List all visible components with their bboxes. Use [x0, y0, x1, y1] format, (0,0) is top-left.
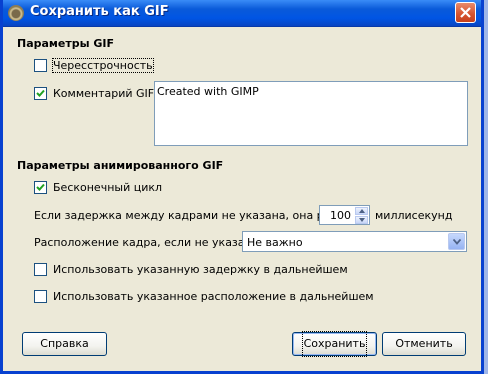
gimp-icon — [8, 5, 24, 21]
save-button-label: Сохранить — [301, 331, 368, 357]
cancel-button[interactable]: Отменить — [382, 332, 466, 356]
chevron-up-icon — [359, 209, 365, 213]
window-title: Сохранить как GIF — [30, 4, 169, 19]
delay-label: Если задержка между кадрами не указана, … — [34, 209, 355, 222]
chevron-down-icon — [453, 239, 461, 245]
delay-unit: миллисекунд — [375, 209, 453, 222]
comment-checkbox[interactable] — [34, 87, 47, 100]
use-disposal-checkbox[interactable] — [34, 290, 47, 303]
help-button-label: Справка — [40, 337, 89, 350]
interlace-checkbox[interactable] — [34, 59, 47, 72]
disposal-label: Расположение кадра, если не указано: — [34, 236, 263, 249]
disposal-select[interactable]: Не важно — [242, 231, 467, 252]
spin-down-button[interactable] — [355, 216, 368, 224]
use-delay-label: Использовать указанную задержку в дальне… — [53, 263, 348, 276]
comment-text[interactable]: Created with GIMP — [157, 85, 259, 98]
loop-label: Бесконечный цикл — [53, 181, 163, 194]
check-icon — [36, 89, 45, 97]
background-edge — [484, 0, 488, 374]
save-button[interactable]: Сохранить — [292, 331, 377, 357]
check-icon — [36, 183, 45, 191]
loop-checkbox[interactable] — [34, 181, 47, 194]
gif-params-heading: Параметры GIF — [17, 37, 115, 50]
title-bar[interactable]: Сохранить как GIF — [3, 0, 481, 27]
disposal-selected: Не важно — [247, 236, 303, 249]
use-disposal-label: Использовать указанное расположение в да… — [53, 290, 374, 303]
interlace-label[interactable]: Чересстрочность — [52, 58, 154, 73]
comment-textarea[interactable]: Created with GIMP — [154, 81, 468, 146]
close-icon — [460, 7, 471, 18]
save-as-gif-dialog: Сохранить как GIF Параметры GIF Чересстр… — [0, 0, 484, 374]
anim-params-heading: Параметры анимированного GIF — [17, 159, 224, 172]
use-delay-checkbox[interactable] — [34, 263, 47, 276]
cancel-button-label: Отменить — [395, 337, 453, 350]
disposal-dropdown-button[interactable] — [448, 233, 465, 250]
spin-up-button[interactable] — [355, 207, 368, 215]
comment-label: Комментарий GIF: — [53, 87, 157, 100]
chevron-down-icon — [359, 218, 365, 222]
help-button[interactable]: Справка — [22, 332, 107, 356]
delay-spinbox[interactable]: 100 — [319, 205, 370, 225]
close-button[interactable] — [455, 2, 476, 23]
delay-value[interactable]: 100 — [330, 209, 351, 222]
